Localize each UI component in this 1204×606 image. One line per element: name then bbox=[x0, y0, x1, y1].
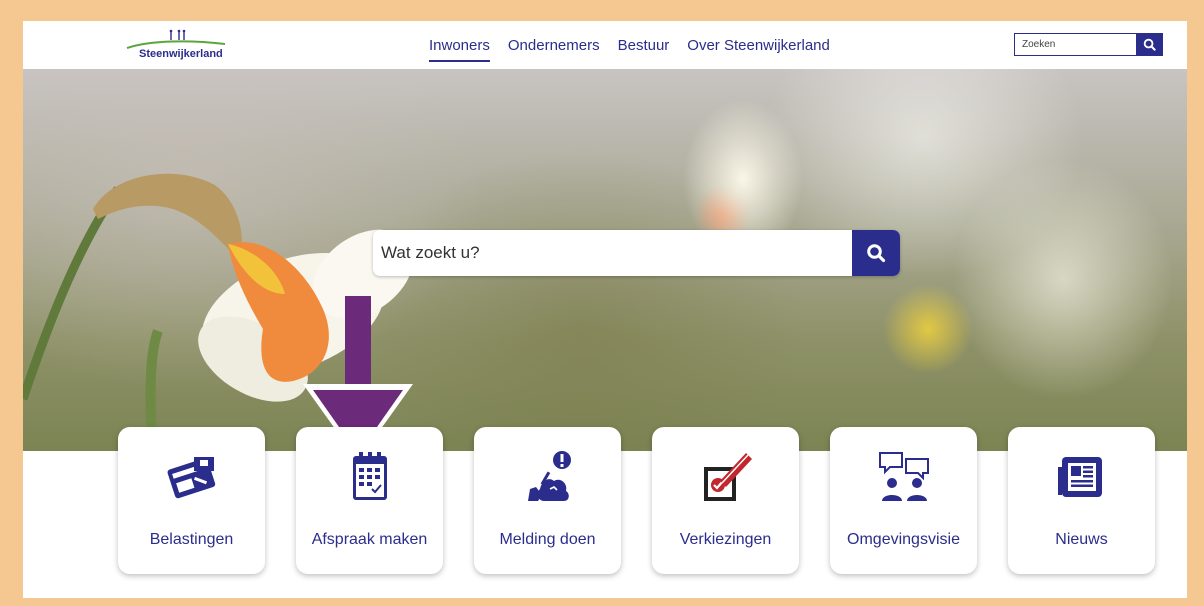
logo-text: Steenwijkerland bbox=[139, 48, 223, 60]
header-search-input[interactable] bbox=[1015, 34, 1135, 55]
main-search bbox=[373, 230, 900, 276]
tile-label: Melding doen bbox=[499, 531, 596, 548]
tile-afspraak-maken[interactable]: Afspraak maken bbox=[296, 427, 443, 574]
hero-banner bbox=[23, 69, 1187, 451]
steenwijkerland-logo[interactable]: Steenwijkerland bbox=[121, 28, 231, 64]
main-search-button[interactable] bbox=[852, 230, 900, 276]
header-search-button[interactable] bbox=[1136, 33, 1163, 56]
tile-label: Omgevingsvisie bbox=[847, 531, 960, 548]
nav-item-bestuur[interactable]: Bestuur bbox=[618, 37, 670, 62]
tax-card-icon bbox=[167, 457, 215, 499]
newspaper-icon bbox=[1057, 457, 1102, 497]
tile-melding-doen[interactable]: Melding doen bbox=[474, 427, 621, 574]
report-issue-icon bbox=[527, 451, 571, 501]
people-conversation-icon bbox=[878, 452, 929, 501]
search-icon bbox=[867, 244, 886, 263]
tile-label: Afspraak maken bbox=[311, 531, 428, 548]
tile-label: Nieuws bbox=[1055, 531, 1108, 548]
tile-nieuws[interactable]: Nieuws bbox=[1008, 427, 1155, 574]
main-search-input[interactable] bbox=[381, 230, 841, 276]
ballot-icon bbox=[703, 453, 752, 501]
page-frame: Steenwijkerland Inwoners Ondernemers Bes… bbox=[23, 21, 1187, 598]
tile-belastingen[interactable]: Belastingen bbox=[118, 427, 265, 574]
tile-verkiezingen[interactable]: Verkiezingen bbox=[652, 427, 799, 574]
quick-links: Belastingen Afspraak maken Melding doen … bbox=[118, 427, 1158, 575]
nav-item-ondernemers[interactable]: Ondernemers bbox=[508, 37, 600, 62]
nav-item-over-steenwijkerland[interactable]: Over Steenwijkerland bbox=[687, 37, 830, 62]
nav-item-inwoners[interactable]: Inwoners bbox=[429, 37, 490, 62]
search-icon bbox=[1143, 38, 1156, 51]
tile-label: Belastingen bbox=[149, 531, 234, 548]
main-nav: Inwoners Ondernemers Bestuur Over Steenw… bbox=[429, 37, 830, 62]
tile-label: Verkiezingen bbox=[679, 531, 772, 548]
site-header: Steenwijkerland Inwoners Ondernemers Bes… bbox=[23, 21, 1187, 69]
tile-omgevingsvisie[interactable]: Omgevingsvisie bbox=[830, 427, 977, 574]
header-search bbox=[1014, 33, 1163, 56]
calendar-icon bbox=[352, 452, 387, 500]
